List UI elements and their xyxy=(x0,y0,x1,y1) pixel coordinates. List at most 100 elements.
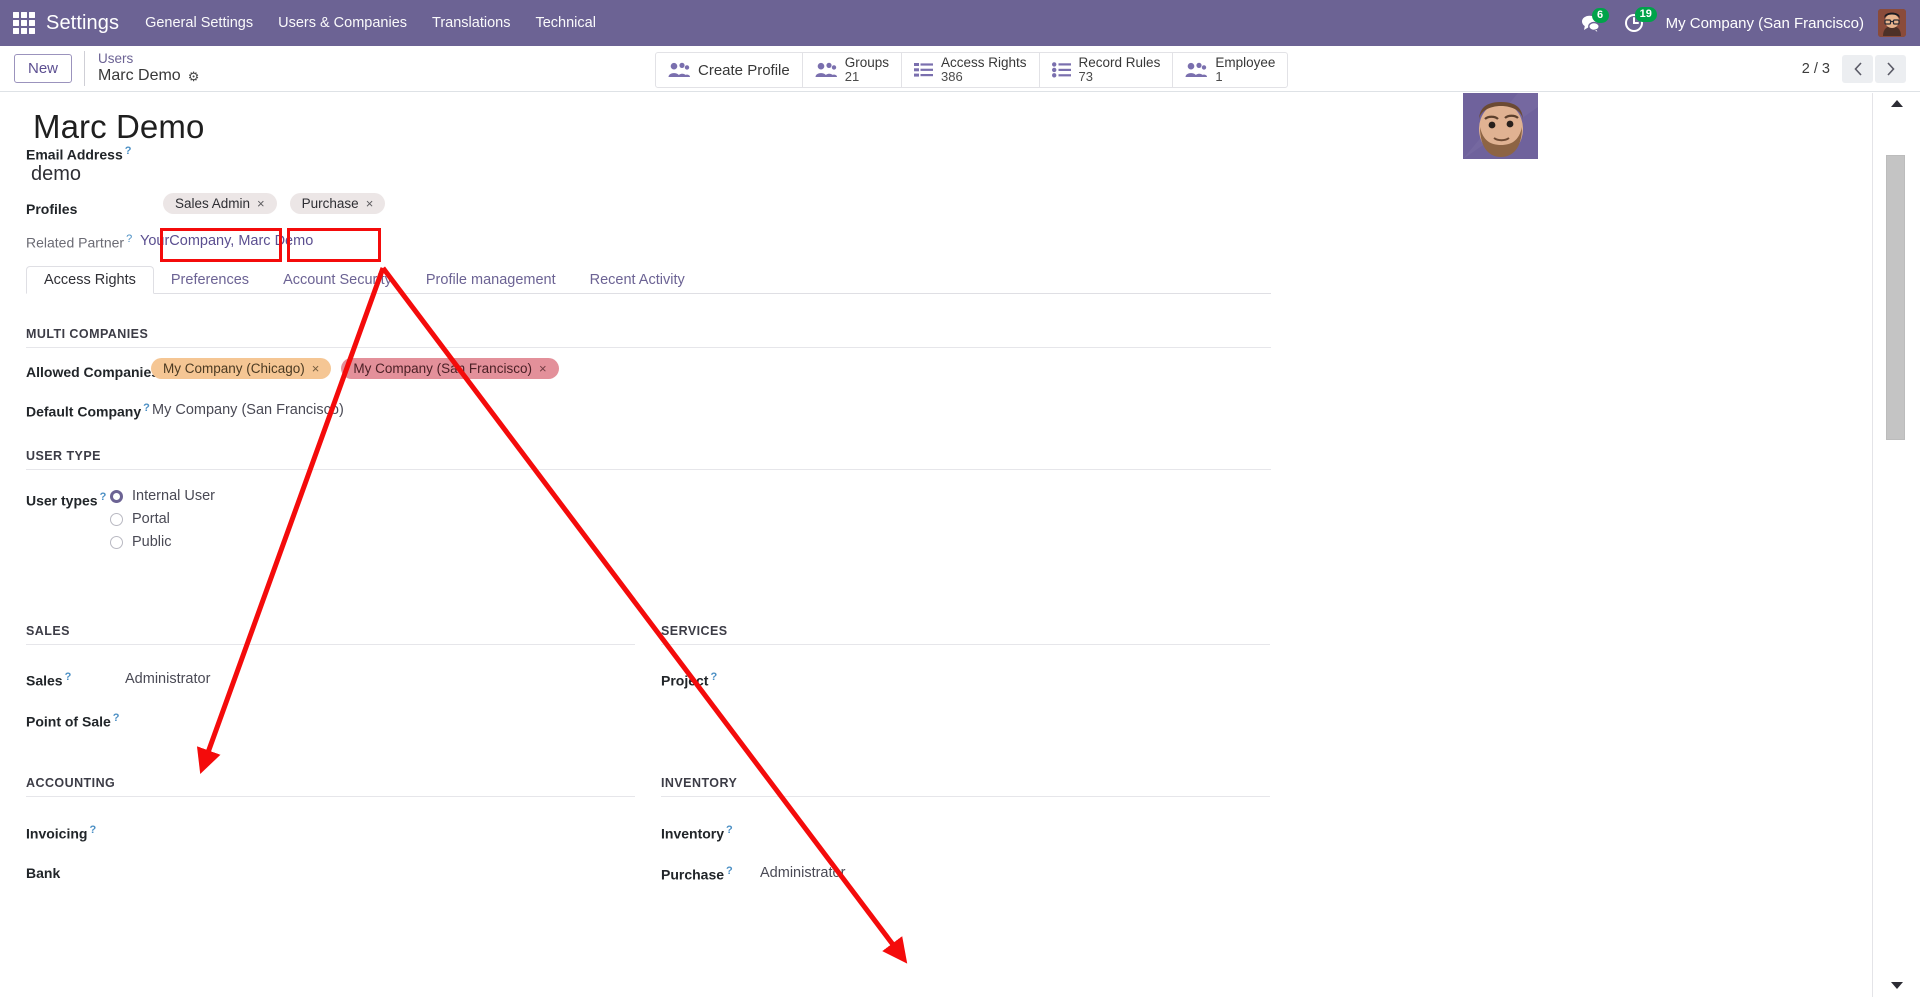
chevron-right-icon xyxy=(1886,62,1895,76)
pager-previous-button[interactable] xyxy=(1842,55,1873,83)
radio-button-icon[interactable] xyxy=(110,512,123,526)
radio-internal-user[interactable]: Internal User xyxy=(110,488,215,504)
project-label-text: Project xyxy=(661,672,709,689)
tab-recent-activity[interactable]: Recent Activity xyxy=(573,267,702,293)
stat-button-record-rules[interactable]: Record Rules 73 xyxy=(1040,53,1174,87)
profiles-tag-list: Sales Admin × Purchase × xyxy=(163,193,386,214)
sales-value[interactable]: Administrator xyxy=(125,671,210,687)
radio-portal[interactable]: Portal xyxy=(110,511,215,527)
help-icon[interactable]: ? xyxy=(65,671,72,683)
close-icon[interactable]: × xyxy=(312,361,320,376)
stat-button-create-profile[interactable]: Create Profile xyxy=(656,53,803,87)
apps-grid-icon[interactable] xyxy=(11,10,37,36)
triangle-up-icon[interactable] xyxy=(1890,100,1903,107)
section-title-services: SERVICES xyxy=(661,624,728,638)
sales-label: Sales? xyxy=(26,671,71,689)
menu-users-and-companies[interactable]: Users & Companies xyxy=(278,15,407,31)
menu-technical[interactable]: Technical xyxy=(535,15,595,31)
radio-portal-label: Portal xyxy=(132,511,170,527)
help-icon[interactable]: ? xyxy=(710,671,717,683)
profile-tag-purchase[interactable]: Purchase × xyxy=(289,193,386,214)
stat-value-access-rights: 386 xyxy=(941,69,963,85)
radio-public[interactable]: Public xyxy=(110,534,215,550)
profile-tag-sales-admin[interactable]: Sales Admin × xyxy=(163,193,277,214)
messages-count-badge: 6 xyxy=(1591,7,1609,23)
current-company-label[interactable]: My Company (San Francisco) xyxy=(1666,15,1864,32)
related-partner-label-text: Related Partner xyxy=(26,234,125,251)
related-partner-value[interactable]: YourCompany, Marc Demo xyxy=(140,233,313,249)
radio-button-icon[interactable] xyxy=(110,535,123,549)
record-form-sheet: Marc Demo Email Address? demo Profiles S… xyxy=(0,93,1578,997)
help-icon[interactable]: ? xyxy=(113,712,120,724)
purchase-label-text: Purchase xyxy=(661,866,725,883)
stat-text-employee: Employee 1 xyxy=(1215,55,1275,85)
section-title-multi-companies: MULTI COMPANIES xyxy=(26,327,149,341)
project-label: Project? xyxy=(661,671,717,689)
help-icon[interactable]: ? xyxy=(125,145,132,157)
stat-text-access-rights: Access Rights 386 xyxy=(941,54,1027,85)
tab-access-rights[interactable]: Access Rights xyxy=(26,266,154,294)
section-title-accounting: ACCOUNTING xyxy=(26,776,116,790)
record-avatar-image[interactable] xyxy=(1463,93,1538,159)
purchase-value[interactable]: Administrator xyxy=(760,865,845,881)
pager-next-button[interactable] xyxy=(1875,55,1906,83)
users-icon xyxy=(815,62,837,78)
messages-menu[interactable]: 6 xyxy=(1581,7,1609,33)
new-record-button[interactable]: New xyxy=(14,54,73,83)
tab-profile-management[interactable]: Profile management xyxy=(409,267,573,293)
radio-button-icon[interactable] xyxy=(110,489,123,503)
related-partner-label: Related Partner? xyxy=(26,233,132,251)
stat-label-create-profile: Create Profile xyxy=(698,61,790,79)
activity-menu[interactable]: 19 xyxy=(1624,7,1657,33)
invoicing-label: Invoicing? xyxy=(26,824,96,842)
gear-icon[interactable]: ⚙ xyxy=(188,70,200,83)
help-icon[interactable]: ? xyxy=(143,402,150,414)
sales-label-text: Sales xyxy=(26,672,63,689)
company-tag-san-francisco-label: My Company (San Francisco) xyxy=(353,361,532,376)
help-icon[interactable]: ? xyxy=(126,233,132,245)
default-company-label-text: Default Company xyxy=(26,403,142,420)
navbar-right-group: 6 19 My Company (San Francisco) xyxy=(1581,7,1920,37)
stat-button-employee[interactable]: Employee 1 xyxy=(1173,53,1287,87)
record-pager: 2 / 3 xyxy=(1802,55,1906,83)
breadcrumb: Users Marc Demo ⚙ xyxy=(84,51,199,86)
point-of-sale-label: Point of Sale? xyxy=(26,712,120,730)
help-icon[interactable]: ? xyxy=(726,865,733,877)
menu-general-settings[interactable]: General Settings xyxy=(145,15,253,31)
email-address-value[interactable]: demo xyxy=(31,163,81,186)
breadcrumb-item-users[interactable]: Users xyxy=(98,51,199,67)
help-icon[interactable]: ? xyxy=(100,491,107,503)
list-lines-icon xyxy=(914,62,933,78)
divider-user-type xyxy=(26,469,1271,470)
page-scrollbar[interactable] xyxy=(1872,93,1920,997)
triangle-down-icon[interactable] xyxy=(1890,982,1903,989)
help-icon[interactable]: ? xyxy=(89,824,96,836)
company-tag-chicago[interactable]: My Company (Chicago) × xyxy=(151,358,332,379)
menu-translations[interactable]: Translations xyxy=(432,15,510,31)
tab-preferences[interactable]: Preferences xyxy=(154,267,266,293)
breadcrumb-current-label: Marc Demo xyxy=(98,67,181,85)
close-icon[interactable]: × xyxy=(366,196,374,211)
section-title-user-type: USER TYPE xyxy=(26,449,101,463)
stat-button-access-rights[interactable]: Access Rights 386 xyxy=(902,53,1040,87)
close-icon[interactable]: × xyxy=(539,361,547,376)
help-icon[interactable]: ? xyxy=(726,824,733,836)
stat-text-groups: Groups 21 xyxy=(845,55,889,85)
stat-button-groups[interactable]: Groups 21 xyxy=(803,53,902,87)
tab-account-security[interactable]: Account Security xyxy=(266,267,409,293)
company-tag-san-francisco[interactable]: My Company (San Francisco) × xyxy=(341,358,559,379)
scroll-thumb[interactable] xyxy=(1886,155,1905,440)
default-company-value[interactable]: My Company (San Francisco) xyxy=(152,402,344,418)
breadcrumb-current-record: Marc Demo ⚙ xyxy=(98,67,199,86)
purchase-label: Purchase? xyxy=(661,865,733,883)
user-avatar[interactable] xyxy=(1878,9,1906,37)
app-brand-settings[interactable]: Settings xyxy=(46,12,119,35)
inventory-label: Inventory? xyxy=(661,824,733,842)
email-address-label-text: Email Address xyxy=(26,146,123,163)
section-title-inventory: INVENTORY xyxy=(661,776,738,790)
close-icon[interactable]: × xyxy=(257,196,265,211)
stat-label-access-rights: Access Rights xyxy=(941,54,1027,70)
inventory-label-text: Inventory xyxy=(661,825,725,842)
company-tag-chicago-label: My Company (Chicago) xyxy=(163,361,305,376)
stat-text-record-rules: Record Rules 73 xyxy=(1079,55,1161,85)
